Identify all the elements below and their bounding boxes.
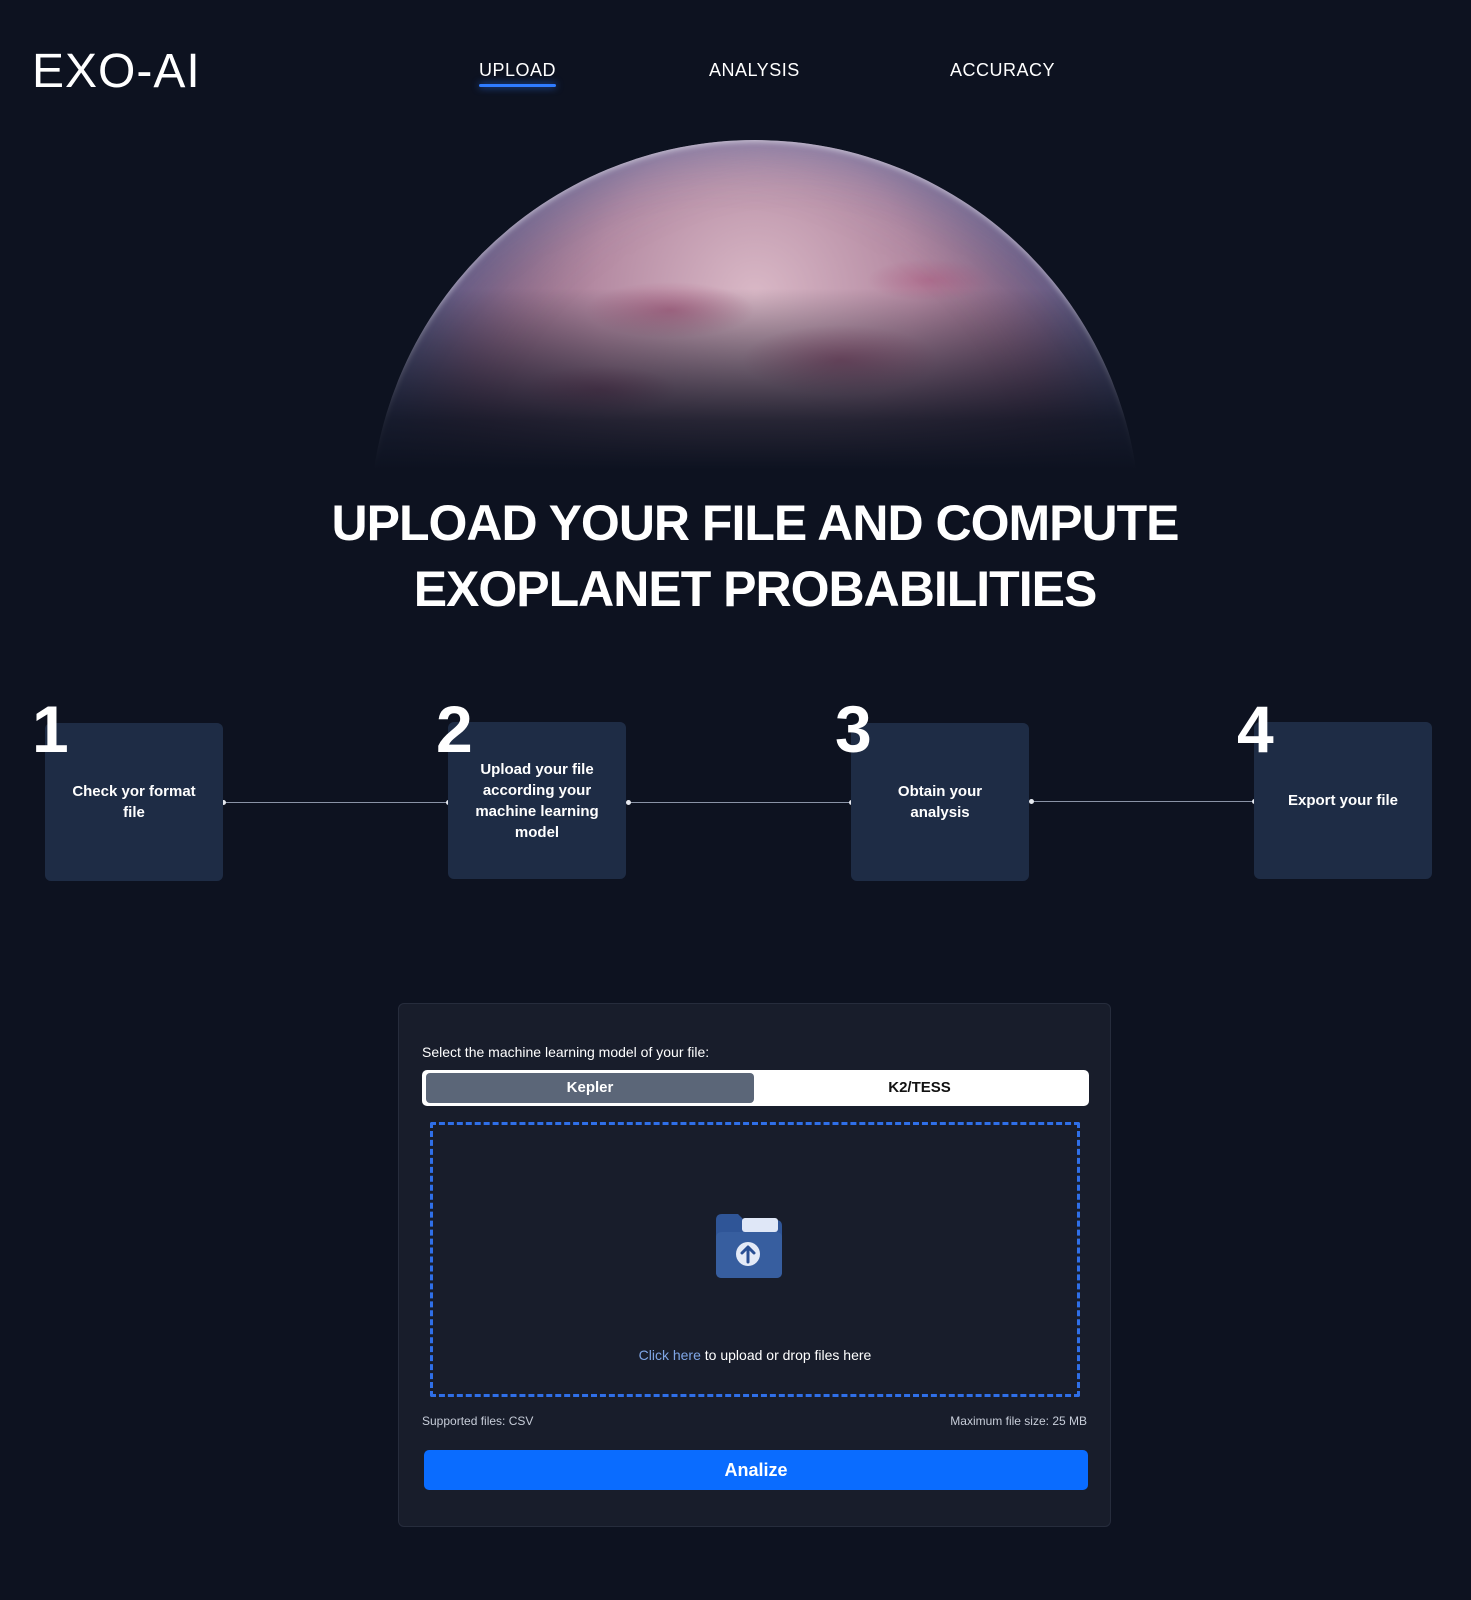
step-number-1: 1 <box>32 692 69 766</box>
dropzone-instructions: Click here to upload or drop files here <box>433 1347 1077 1363</box>
step-label-4: Export your file <box>1287 792 1399 809</box>
step-connector <box>224 802 449 803</box>
analize-button[interactable]: Analize <box>424 1450 1088 1490</box>
file-dropzone[interactable]: Click here to upload or drop files here <box>430 1122 1080 1397</box>
step-label-2: Upload your file according your machine … <box>475 760 599 841</box>
dropzone-text: to upload or drop files here <box>700 1347 872 1363</box>
model-select-label: Select the machine learning model of you… <box>422 1044 710 1060</box>
model-toggle: Kepler K2/TESS <box>422 1070 1089 1106</box>
nav-upload[interactable]: UPLOAD <box>479 60 557 87</box>
headline-line-2: EXOPLANET PROBABILITIES <box>413 561 1098 617</box>
step-label-1: Check yor format file <box>72 783 196 821</box>
nav-accuracy[interactable]: ACCURACY <box>950 60 1055 81</box>
connector-dot <box>1029 799 1034 804</box>
step-card-1: Check yor format file <box>45 723 223 881</box>
step-number-3: 3 <box>835 692 872 766</box>
folder-upload-icon <box>716 1214 782 1278</box>
step-label-3: Obtain your analysis <box>897 783 983 821</box>
model-option-k2-tess[interactable]: K2/TESS <box>754 1073 1085 1103</box>
step-card-3: Obtain your analysis <box>851 723 1029 881</box>
planet-shadow <box>370 140 1140 470</box>
step-number-4: 4 <box>1237 692 1274 766</box>
step-connector <box>1030 801 1255 802</box>
step-card-4: Export your file <box>1254 722 1432 879</box>
nav-analysis[interactable]: ANALYSIS <box>709 60 800 81</box>
headline-line-1: UPLOAD YOUR FILE AND COMPUTE <box>331 495 1179 551</box>
model-option-kepler[interactable]: Kepler <box>426 1073 754 1103</box>
upload-panel: Select the machine learning model of you… <box>398 1003 1111 1527</box>
main-nav: UPLOAD ANALYSIS ACCURACY <box>0 60 1471 100</box>
step-number-2: 2 <box>436 692 473 766</box>
page-headline: UPLOAD YOUR FILE AND COMPUTE EXOPLANET P… <box>0 490 1471 622</box>
step-connector <box>627 802 852 803</box>
process-steps: Check yor format file 1 Upload your file… <box>0 680 1471 900</box>
step-card-2: Upload your file according your machine … <box>448 722 626 879</box>
planet-illustration <box>370 140 1140 470</box>
supported-files-note: Supported files: CSV <box>422 1414 534 1428</box>
upload-page: EXO-AI UPLOAD ANALYSIS ACCURACY UPLOAD Y… <box>0 0 1471 1600</box>
connector-dot <box>626 800 631 805</box>
upload-link[interactable]: Click here <box>639 1347 701 1363</box>
max-file-size-note: Maximum file size: 25 MB <box>950 1414 1087 1428</box>
